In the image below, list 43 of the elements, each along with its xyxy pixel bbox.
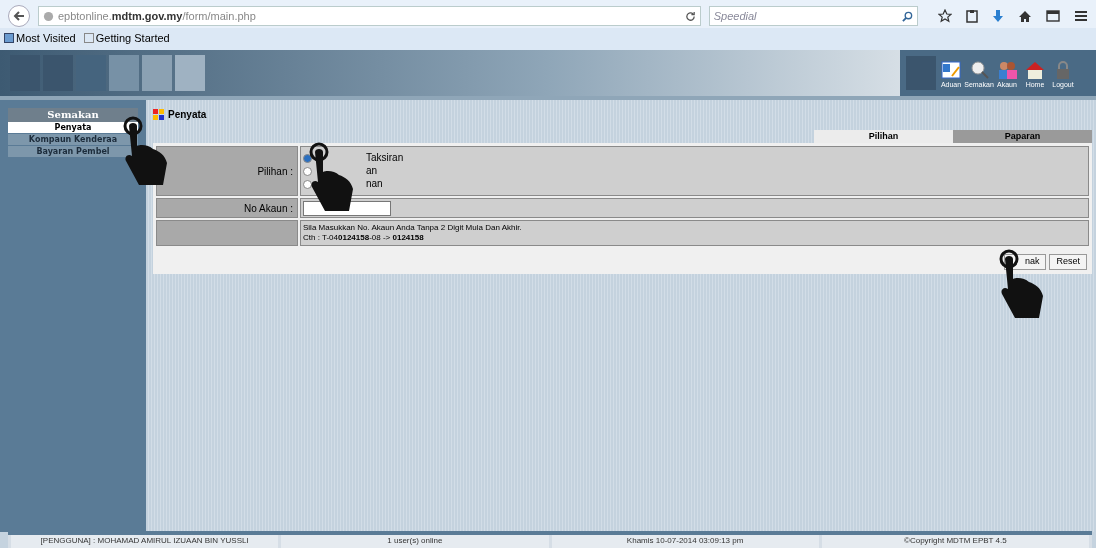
search-field[interactable]: Speedial bbox=[708, 6, 918, 26]
sidebar-title: Semakan bbox=[8, 108, 138, 122]
sidebar-item[interactable]: Kompaun Kenderaa bbox=[8, 134, 138, 146]
status-text: [PENGGUNA] : MOHAMAD AMIRUL IZUAAN BIN YUSSLI bbox=[11, 535, 279, 548]
clipboard-icon[interactable] bbox=[966, 9, 978, 23]
home-icon[interactable] bbox=[1018, 9, 1032, 23]
status-text: 1 user(s) online bbox=[281, 535, 549, 548]
squares-logo-icon bbox=[153, 108, 164, 120]
radio-button[interactable] bbox=[303, 166, 312, 176]
download-icon[interactable] bbox=[992, 9, 1004, 23]
menu-icon[interactable] bbox=[1074, 10, 1088, 22]
radio-option[interactable]: Taksiran bbox=[303, 153, 1088, 163]
radio-option[interactable]: an bbox=[303, 166, 1088, 176]
bookmark-folder-icon bbox=[4, 33, 14, 43]
button[interactable]: Reset bbox=[1049, 254, 1087, 270]
bookmark-link[interactable]: Getting Started bbox=[83, 29, 170, 47]
sidebar-item[interactable]: Penyata bbox=[8, 122, 138, 134]
field-label: Pilihan : bbox=[156, 146, 298, 196]
radio-button[interactable] bbox=[303, 153, 312, 163]
back-arrow-icon bbox=[12, 10, 25, 22]
bookmark-link[interactable]: Most Visited bbox=[4, 29, 76, 47]
page-icon bbox=[83, 33, 94, 43]
search-placeholder: Speedial bbox=[713, 8, 758, 24]
star-icon[interactable] bbox=[938, 9, 952, 23]
tab[interactable]: Pilihan bbox=[814, 130, 953, 143]
header-tile bbox=[906, 56, 936, 90]
search-icon bbox=[968, 59, 990, 80]
tab[interactable]: Paparan bbox=[953, 130, 1092, 143]
window-icon[interactable] bbox=[1046, 10, 1060, 22]
form-icon bbox=[940, 59, 962, 80]
example-text: Cth : T-040124158-08 -> 0124158 bbox=[303, 233, 425, 243]
house-icon bbox=[1024, 59, 1046, 80]
hint-text: Sila Masukkan No. Akaun Anda Tanpa 2 Digit Mula Dan Akhir. bbox=[303, 223, 523, 233]
back-button[interactable] bbox=[8, 5, 30, 27]
refresh-icon bbox=[684, 10, 696, 22]
status-text: Khamis 10-07-2014 03:09:13 pm bbox=[551, 535, 819, 548]
url-text: epbtonline.mdtm.gov.my/form/main.php bbox=[57, 8, 257, 24]
field-label: No Akaun : bbox=[156, 198, 298, 218]
search-icon bbox=[902, 10, 913, 22]
people-icon bbox=[996, 59, 1018, 80]
address-bar[interactable]: epbtonline.mdtm.gov.my/form/main.php bbox=[37, 6, 701, 26]
page-title: Penyata bbox=[168, 107, 207, 122]
status-text: ©Copyright MDTM EPBT 4.5 bbox=[821, 535, 1089, 548]
